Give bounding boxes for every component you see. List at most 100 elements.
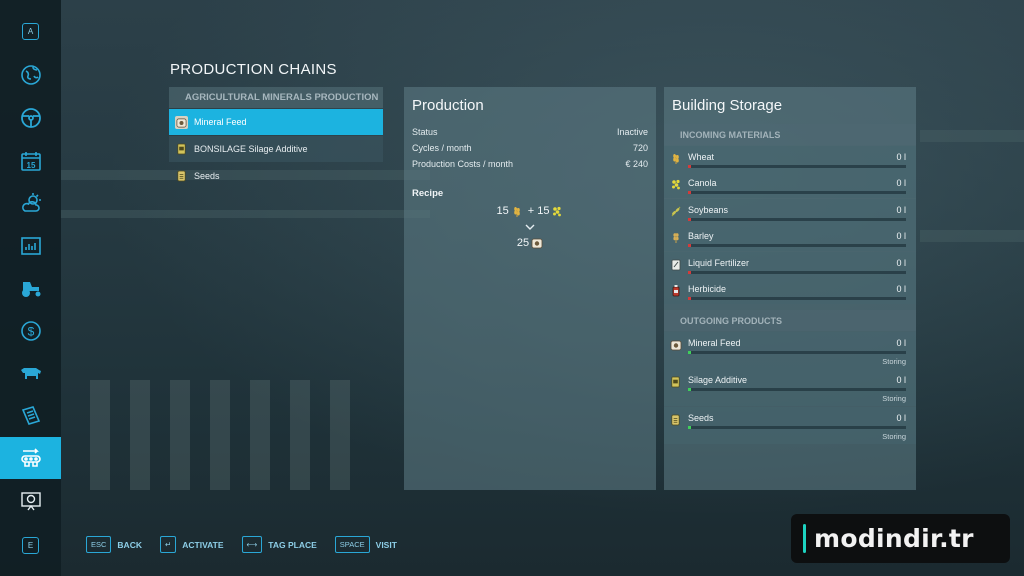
- recipe-input-qty: 15: [496, 205, 509, 217]
- tag-place-hint[interactable]: ⟷ TAG PLACE: [241, 536, 317, 553]
- storage-fill-bar: [688, 297, 906, 300]
- page-title: PRODUCTION CHAINS: [170, 61, 337, 78]
- storage-row-soybeans: Soybeans 0 l: [664, 198, 916, 225]
- sidebar-item-vehicles[interactable]: [0, 97, 61, 139]
- mineral-feed-icon: [531, 238, 543, 249]
- building-storage-panel: Building Storage INCOMING MATERIALS Whea…: [664, 87, 916, 490]
- barley-icon: [670, 231, 683, 244]
- storage-item-name: Wheat: [688, 151, 715, 162]
- sidebar-item-production[interactable]: [0, 437, 61, 479]
- sidebar-item-animals[interactable]: [0, 353, 61, 395]
- canola-icon: [553, 206, 562, 216]
- space-key: SPACE: [334, 536, 370, 553]
- storage-fill-level: [688, 244, 691, 247]
- canola-icon: [670, 178, 683, 191]
- storage-item-amount: 0 l: [896, 284, 906, 294]
- sidebar-item-weather[interactable]: [0, 182, 61, 224]
- storage-fill-bar: [688, 217, 906, 221]
- storage-row-wheat: Wheat 0 l: [664, 145, 916, 172]
- storage-fill-level: [688, 425, 691, 429]
- watermark-text: modindir.tr: [814, 524, 974, 553]
- recipe-output: 25: [404, 234, 656, 252]
- storage-fill-level: [688, 191, 691, 194]
- production-group-header: AGRICULTURAL MINERALS PRODUCTION: [169, 87, 383, 108]
- key-hint-e: E: [22, 536, 39, 554]
- visit-label: VISIT: [375, 539, 397, 550]
- mineral-feed-icon: [175, 115, 188, 129]
- production-item-label: Mineral Feed: [194, 117, 247, 127]
- svg-text:$: $: [27, 325, 34, 339]
- finances-icon: $: [20, 321, 41, 341]
- outgoing-products-list: Mineral Feed 0 l Storing Silage Additive 0 l…: [664, 331, 916, 444]
- activate-label: ACTIVATE: [182, 539, 224, 550]
- production-panel: Production Status Inactive Cycles / mont…: [404, 87, 656, 490]
- seeds-icon: [670, 413, 683, 426]
- storage-panel-title: Building Storage: [672, 97, 783, 114]
- wheat-icon: [513, 206, 520, 217]
- storage-row-liquid-fertilizer: Liquid Fertilizer 0 l: [664, 251, 916, 278]
- sidebar-item-help[interactable]: [0, 480, 61, 522]
- back-label: BACK: [117, 539, 142, 550]
- sidebar-item-map[interactable]: [0, 54, 61, 96]
- silage-additive-icon: [670, 375, 683, 388]
- storage-item-name: Mineral Feed: [688, 337, 741, 348]
- key-hint-a: A: [22, 22, 39, 40]
- storage-fill-level: [688, 270, 691, 274]
- recipe-input-canola: 15: [537, 205, 563, 218]
- liquid-fertilizer-icon: [670, 258, 683, 271]
- back-hint[interactable]: ESC BACK: [86, 536, 142, 553]
- input-hints: ESC BACK ↵ ACTIVATE ⟷ TAG PLACE SPACE VI…: [86, 536, 415, 553]
- watermark-bar: [803, 524, 806, 553]
- costs-value: € 240: [625, 159, 648, 169]
- visit-hint[interactable]: SPACE VISIT: [334, 536, 397, 553]
- storage-item-amount: 0 l: [896, 204, 906, 215]
- sidebar-item-statistics[interactable]: [0, 225, 61, 267]
- weather-icon: [21, 193, 41, 212]
- sidebar-item-contracts[interactable]: [0, 395, 61, 437]
- storage-fill-bar: [688, 270, 906, 274]
- recipe-input-wheat: 15: [497, 205, 523, 218]
- costs-row: Production Costs / month € 240: [404, 156, 656, 172]
- recipe-output-mineral-feed: 25: [517, 237, 543, 249]
- incoming-materials-label: INCOMING MATERIALS: [664, 124, 916, 145]
- costs-label: Production Costs / month: [412, 159, 514, 169]
- storage-fill-level: [688, 350, 691, 354]
- storage-fill-level: [688, 164, 691, 168]
- storage-row-canola: Canola 0 l: [664, 172, 916, 198]
- steering-wheel-icon: [20, 108, 41, 128]
- recipe-output-qty: 25: [516, 237, 530, 249]
- storage-fill-bar: [688, 425, 906, 429]
- calendar-icon: 15: [20, 152, 41, 171]
- production-item-label: Seeds: [194, 171, 220, 181]
- storage-item-name: Liquid Fertilizer: [688, 257, 750, 268]
- incoming-materials-list: Wheat 0 l Canola 0 l Soybeans 0 l Barley 0 l Liq…: [664, 145, 916, 304]
- watermark-logo: modindir.tr: [791, 514, 1010, 563]
- recipe-plus: +: [527, 205, 535, 217]
- sidebar-item-garage[interactable]: [0, 267, 61, 309]
- storage-item-state: Storing: [882, 356, 906, 366]
- production-item-seeds[interactable]: Seeds: [169, 163, 383, 189]
- storage-item-amount: 0 l: [896, 375, 906, 385]
- outgoing-products-label: OUTGOING PRODUCTS: [664, 310, 916, 331]
- seeds-icon: [175, 170, 188, 183]
- activate-hint[interactable]: ↵ ACTIVATE: [159, 536, 224, 553]
- sidebar-item-finances[interactable]: $: [0, 310, 61, 352]
- storage-fill-bar: [688, 244, 906, 247]
- production-chains-icon: [20, 448, 41, 467]
- tag-place-label: TAG PLACE: [268, 539, 317, 550]
- contracts-icon: [21, 406, 40, 425]
- help-icon: [20, 492, 41, 511]
- statistics-icon: [20, 237, 41, 255]
- production-panel-title: Production: [412, 97, 484, 114]
- sidebar-item-calendar[interactable]: 15: [0, 140, 61, 182]
- production-item-silage-additive[interactable]: BONSILAGE Silage Additive: [169, 136, 383, 162]
- tractor-icon: [21, 282, 40, 297]
- sidebar-key-a: A: [0, 10, 61, 52]
- production-item-mineral-feed[interactable]: Mineral Feed: [169, 109, 383, 135]
- storage-row-barley: Barley 0 l: [664, 225, 916, 251]
- enter-key: ↵: [159, 536, 177, 553]
- recipe-inputs: 15 + 15: [404, 202, 656, 220]
- storage-item-amount: 0 l: [896, 178, 906, 188]
- mineral-feed-icon: [670, 338, 683, 351]
- animals-icon: [20, 368, 41, 379]
